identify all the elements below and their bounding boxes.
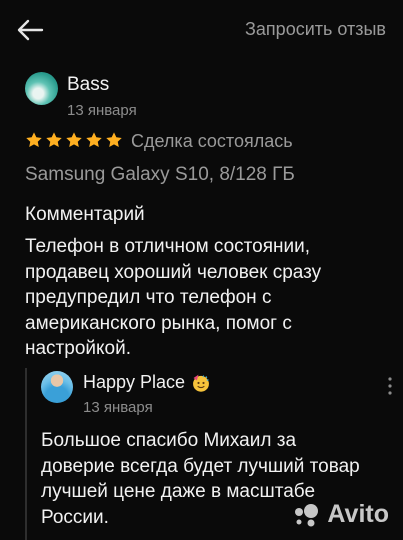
- comment-heading: Комментарий: [25, 204, 145, 225]
- rating-stars: [25, 131, 123, 149]
- review-date: 13 января: [67, 102, 137, 119]
- reply-date: 13 января: [83, 399, 153, 416]
- request-review-button[interactable]: Запросить отзыв: [245, 19, 386, 40]
- star-icon: [86, 132, 102, 148]
- more-vertical-icon[interactable]: [388, 377, 392, 395]
- device-title[interactable]: Samsung Galaxy S10, 8/128 ГБ: [25, 164, 295, 186]
- party-face-emoji-icon: [193, 374, 209, 392]
- avito-watermark: Avito: [293, 500, 389, 529]
- reply-divider-line: [25, 368, 27, 540]
- seller-name-row[interactable]: Happy Place: [83, 372, 211, 393]
- top-bar: Запросить отзыв: [0, 0, 403, 60]
- deal-status: Сделка состоялась: [131, 131, 293, 151]
- star-icon: [106, 132, 122, 148]
- avito-watermark-text: Avito: [327, 500, 389, 528]
- back-arrow-icon[interactable]: [16, 18, 44, 42]
- avito-logo-icon: [295, 503, 319, 526]
- avatar[interactable]: [25, 72, 58, 105]
- star-icon: [26, 132, 42, 148]
- comment-text: Телефон в отличном состоянии, продавец х…: [25, 236, 322, 359]
- seller-avatar[interactable]: [41, 371, 73, 403]
- seller-name: Happy Place: [83, 372, 186, 392]
- review-author-name[interactable]: Bass: [67, 74, 109, 96]
- star-icon: [66, 132, 82, 148]
- star-icon: [46, 132, 62, 148]
